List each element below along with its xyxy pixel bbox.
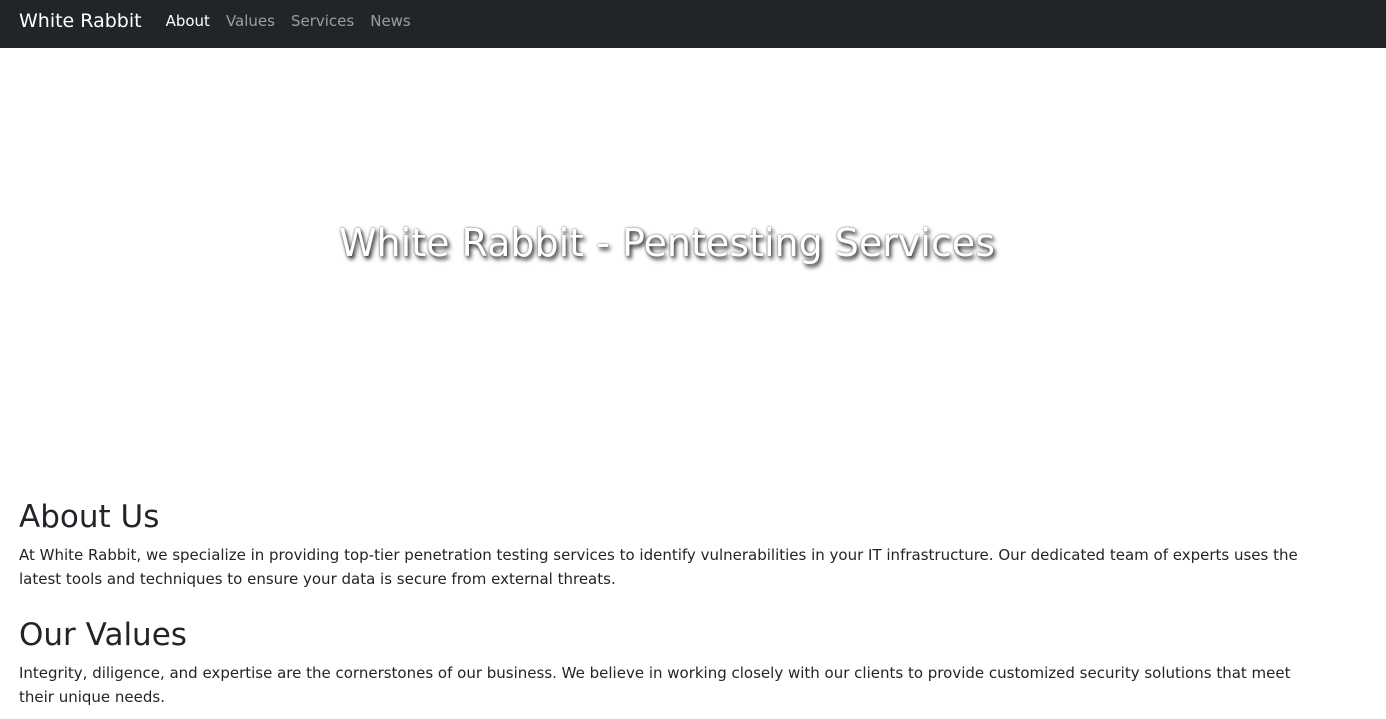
- about-heading: About Us: [19, 499, 160, 535]
- top-navbar: White Rabbit About Values Services News: [0, 0, 1386, 48]
- values-heading: Our Values: [19, 617, 187, 653]
- hero-title: White Rabbit - Pentesting Services: [338, 221, 996, 265]
- nav-link-services[interactable]: Services: [291, 12, 354, 30]
- hero-banner: White Rabbit - Pentesting Services: [0, 48, 1386, 448]
- values-section: Our Values Integrity, diligence, and exp…: [19, 615, 1309, 709]
- about-text: At White Rabbit, we specialize in provid…: [19, 546, 1298, 588]
- nav-links: About Values Services News: [166, 12, 411, 30]
- nav-link-about[interactable]: About: [166, 12, 210, 30]
- nav-link-values[interactable]: Values: [226, 12, 275, 30]
- nav-link-news[interactable]: News: [370, 12, 411, 30]
- brand-link[interactable]: White Rabbit: [19, 10, 142, 32]
- about-section: About Us At White Rabbit, we specialize …: [19, 497, 1309, 591]
- values-text: Integrity, diligence, and expertise are …: [19, 664, 1291, 706]
